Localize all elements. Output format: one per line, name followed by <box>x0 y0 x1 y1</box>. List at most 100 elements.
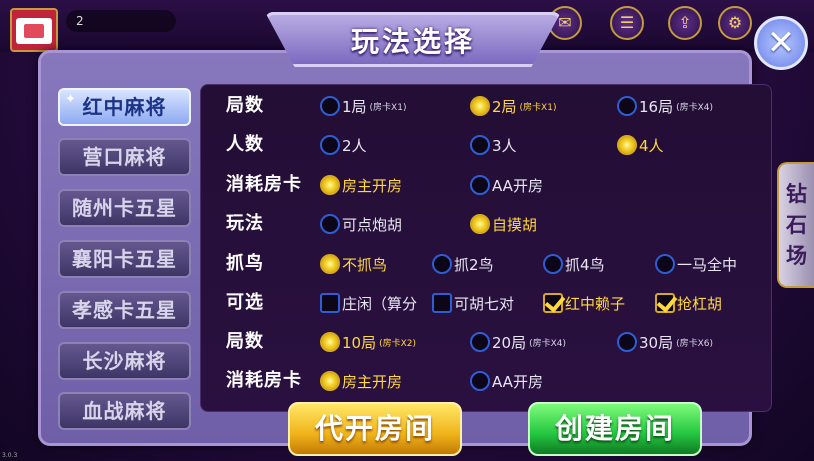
option-text: 2局 <box>492 97 517 116</box>
option-text: 一马全中 <box>677 255 738 274</box>
rule-item-hongzhong[interactable]: ✦ 红中麻将 <box>58 88 191 126</box>
checkbox-checked <box>543 293 563 313</box>
extra-option-seven-pairs[interactable]: 可胡七对 <box>432 291 514 315</box>
radio-button <box>320 135 340 155</box>
rule-item-label: 长沙麻将 <box>82 349 167 373</box>
share-icon[interactable]: ⇪ <box>668 6 702 40</box>
extra-option-red-wild[interactable]: 红中赖子 <box>543 291 625 315</box>
checkbox <box>320 293 340 313</box>
create-room-label: 创建房间 <box>554 412 675 445</box>
radio-button <box>320 214 340 234</box>
rule-item-xiaogan[interactable]: 孝感卡五星 <box>58 291 191 329</box>
checkbox <box>432 293 452 313</box>
radio-button <box>470 135 490 155</box>
birds-option-2[interactable]: 抓2鸟 <box>432 252 494 276</box>
radio-button-selected <box>320 332 340 352</box>
radio-button-selected <box>320 371 340 391</box>
cost2-option-owner[interactable]: 房主开房 <box>320 369 402 393</box>
diamond-field-tab[interactable]: 钻 石 场 <box>777 162 814 288</box>
extra-option-banker[interactable]: 庄闲（算分 <box>320 291 417 315</box>
rule-item-label: 血战麻将 <box>82 399 167 423</box>
dialog-title-plate: 玩法选择 <box>265 12 561 67</box>
close-icon: ✕ <box>766 23 796 63</box>
players-option-4[interactable]: 4人 <box>617 133 664 157</box>
radio-button <box>320 96 340 116</box>
settings-icon[interactable]: ⚙ <box>718 6 752 40</box>
rounds2-option-10[interactable]: 10局 (房卡X2) <box>320 330 416 354</box>
rule-item-xiangyang[interactable]: 襄阳卡五星 <box>58 240 191 278</box>
extra-option-rob-kong[interactable]: 抢杠胡 <box>655 291 722 315</box>
close-button[interactable]: ✕ <box>754 16 808 70</box>
play-option-self-draw[interactable]: 自摸胡 <box>470 212 537 236</box>
play-option-discard-win[interactable]: 可点炮胡 <box>320 212 402 236</box>
rule-item-yingkou[interactable]: 营口麻将 <box>58 138 191 176</box>
rule-item-label: 孝感卡五星 <box>72 298 177 322</box>
radio-button-selected <box>320 175 340 195</box>
players-option-2[interactable]: 2人 <box>320 133 367 157</box>
rounds-option-16[interactable]: 16局 (房卡X4) <box>617 94 713 118</box>
radio-button <box>432 254 452 274</box>
rounds2-option-30[interactable]: 30局 (房卡X6) <box>617 330 713 354</box>
option-text: 1局 <box>342 97 367 116</box>
cost2-option-aa[interactable]: AA开房 <box>470 369 543 393</box>
avatar[interactable] <box>10 8 58 52</box>
radio-button-selected <box>470 214 490 234</box>
dialog-title: 玩法选择 <box>350 24 475 58</box>
option-text: 抢杠胡 <box>677 294 723 313</box>
option-text: AA开房 <box>492 176 543 195</box>
rule-item-suizhou[interactable]: 随州卡五星 <box>58 189 191 227</box>
side-tab-char-2: 石 <box>786 212 807 237</box>
cost-option-owner[interactable]: 房主开房 <box>320 173 402 197</box>
rounds2-label: 局数 <box>226 331 264 352</box>
rule-item-xuezhan[interactable]: 血战麻将 <box>58 392 191 430</box>
birds-option-all[interactable]: 一马全中 <box>655 252 737 276</box>
rounds-option-2[interactable]: 2局 (房卡X1) <box>470 94 556 118</box>
players-option-3[interactable]: 3人 <box>470 133 517 157</box>
option-cost: (房卡X2) <box>379 338 417 349</box>
option-text: AA开房 <box>492 372 543 391</box>
create-room-button[interactable]: 创建房间 <box>528 402 702 456</box>
rule-item-label: 随州卡五星 <box>72 196 177 220</box>
option-text: 可点炮胡 <box>342 215 403 234</box>
option-text: 30局 <box>639 333 674 352</box>
radio-button <box>470 175 490 195</box>
version-label: 3.0.3 <box>2 452 18 459</box>
rule-item-label: 襄阳卡五星 <box>72 247 177 271</box>
sparkle-icon: ✦ <box>65 92 77 107</box>
option-text: 16局 <box>639 97 674 116</box>
play-style-label: 玩法 <box>226 213 264 234</box>
option-cost: (房卡X6) <box>676 338 714 349</box>
radio-button <box>470 371 490 391</box>
checkbox-checked <box>655 293 675 313</box>
radio-button-selected <box>617 135 637 155</box>
option-text: 2人 <box>342 136 367 155</box>
proxy-open-room-label: 代开房间 <box>314 412 435 445</box>
radio-button <box>617 96 637 116</box>
menu-icon[interactable]: ☰ <box>610 6 644 40</box>
cost-option-aa[interactable]: AA开房 <box>470 173 543 197</box>
option-text: 抓2鸟 <box>454 255 494 274</box>
radio-button <box>470 332 490 352</box>
side-tab-char-1: 钻 <box>786 181 807 206</box>
radio-button <box>655 254 675 274</box>
proxy-open-room-button[interactable]: 代开房间 <box>288 402 462 456</box>
radio-button-selected <box>470 96 490 116</box>
rule-item-changsha[interactable]: 长沙麻将 <box>58 342 191 380</box>
radio-button <box>543 254 563 274</box>
players-label: 人数 <box>226 134 264 155</box>
option-cost: (房卡X1) <box>519 102 557 113</box>
rule-item-label: 营口麻将 <box>82 145 167 169</box>
rounds-label: 局数 <box>226 95 264 116</box>
option-text: 3人 <box>492 136 517 155</box>
user-id-box: 2 <box>66 10 176 32</box>
user-id: 2 <box>76 14 84 28</box>
rounds2-option-20[interactable]: 20局 (房卡X4) <box>470 330 566 354</box>
rounds-option-1[interactable]: 1局 (房卡X1) <box>320 94 406 118</box>
rule-item-label: 红中麻将 <box>82 95 167 119</box>
radio-button <box>617 332 637 352</box>
birds-option-none[interactable]: 不抓鸟 <box>320 252 387 276</box>
avatar-image <box>16 18 52 44</box>
option-text: 可胡七对 <box>454 294 515 313</box>
birds-option-4[interactable]: 抓4鸟 <box>543 252 605 276</box>
option-text: 房主开房 <box>342 176 403 195</box>
